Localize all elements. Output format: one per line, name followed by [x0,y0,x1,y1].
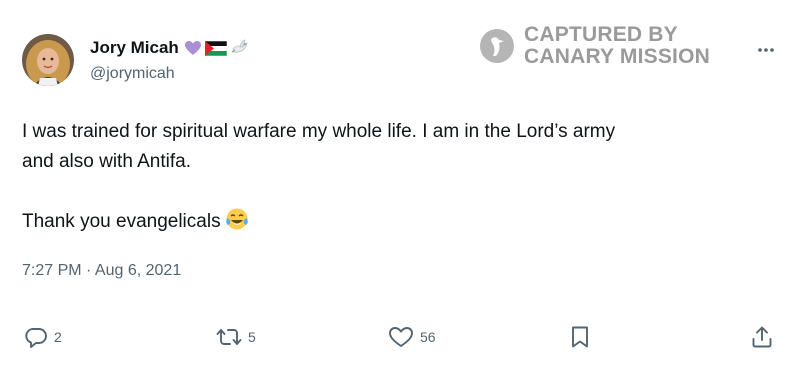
avatar-image [22,34,74,86]
heart-icon [389,327,413,347]
avatar[interactable] [22,34,74,86]
dove-icon [231,39,248,53]
share-button[interactable] [750,325,774,349]
author-handle[interactable]: @jorymicah [90,65,175,83]
tweet-text-line-3: Thank you evangelicals [22,207,782,241]
face-with-tears-of-joy-icon [225,207,249,241]
reply-button[interactable]: 2 [24,325,62,349]
reply-count: 2 [54,329,62,345]
retweet-button[interactable]: 5 [216,325,256,349]
watermark-text: CAPTURED BY CANARY MISSION [524,24,710,68]
like-button[interactable]: 56 [388,325,436,349]
like-count: 56 [420,329,436,345]
tweet-text-line-1: I was trained for spiritual warfare my w… [22,121,616,142]
more-options-button[interactable] [756,40,776,65]
tweet-timestamp[interactable]: 7:27 PM · Aug 6, 2021 [22,262,181,280]
action-bar: 2 5 56 [0,325,800,355]
name-emojis [184,39,250,57]
bookmark-icon [572,326,588,348]
tweet-text-line-2: and also with Antifa. [22,151,191,172]
retweet-icon [216,329,242,345]
bookmark-button[interactable] [569,325,591,349]
watermark-line-1: CAPTURED BY [524,23,678,46]
watermark-line-2: CANARY MISSION [524,45,710,68]
purple-heart-icon [184,41,201,55]
more-dots-icon [758,48,774,52]
tweet-text: I was trained for spiritual warfare my w… [22,117,782,241]
tweet-text-line-3-label: Thank you evangelicals [22,211,221,232]
palestine-flag-icon [204,40,227,56]
retweet-count: 5 [248,329,256,345]
author-display-name[interactable]: Jory Micah [90,38,179,58]
author-name-row: Jory Micah [90,38,250,58]
watermark: CAPTURED BY CANARY MISSION [480,24,710,68]
reply-icon [25,328,47,348]
canary-logo-icon [480,29,514,63]
share-icon [752,326,772,348]
